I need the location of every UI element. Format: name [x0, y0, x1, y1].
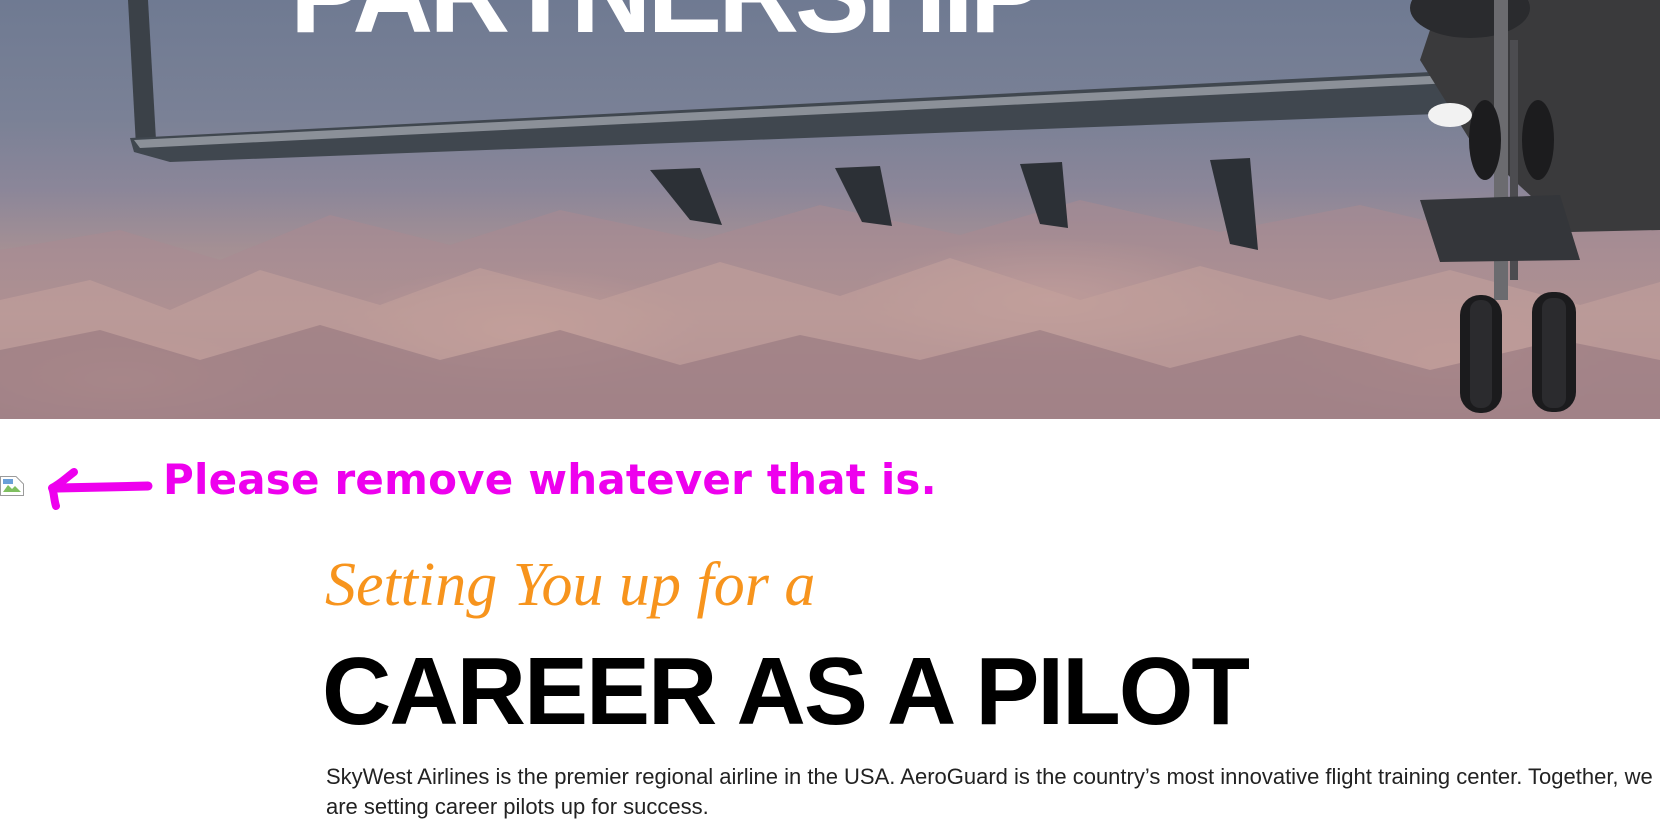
hero-banner: PARTNERSHIP: [0, 0, 1660, 419]
hero-headline: PARTNERSHIP: [290, 0, 1044, 50]
section-heading: CAREER AS A PILOT: [322, 638, 1250, 745]
arrow-left-icon: [48, 468, 153, 510]
hero-background-image: [0, 0, 1660, 419]
section-body-text: SkyWest Airlines is the premier regional…: [326, 764, 1653, 819]
section-subhead: Setting You up for a: [325, 551, 816, 619]
broken-image-icon: [0, 476, 24, 496]
annotation-note: Please remove whatever that is.: [163, 455, 937, 504]
